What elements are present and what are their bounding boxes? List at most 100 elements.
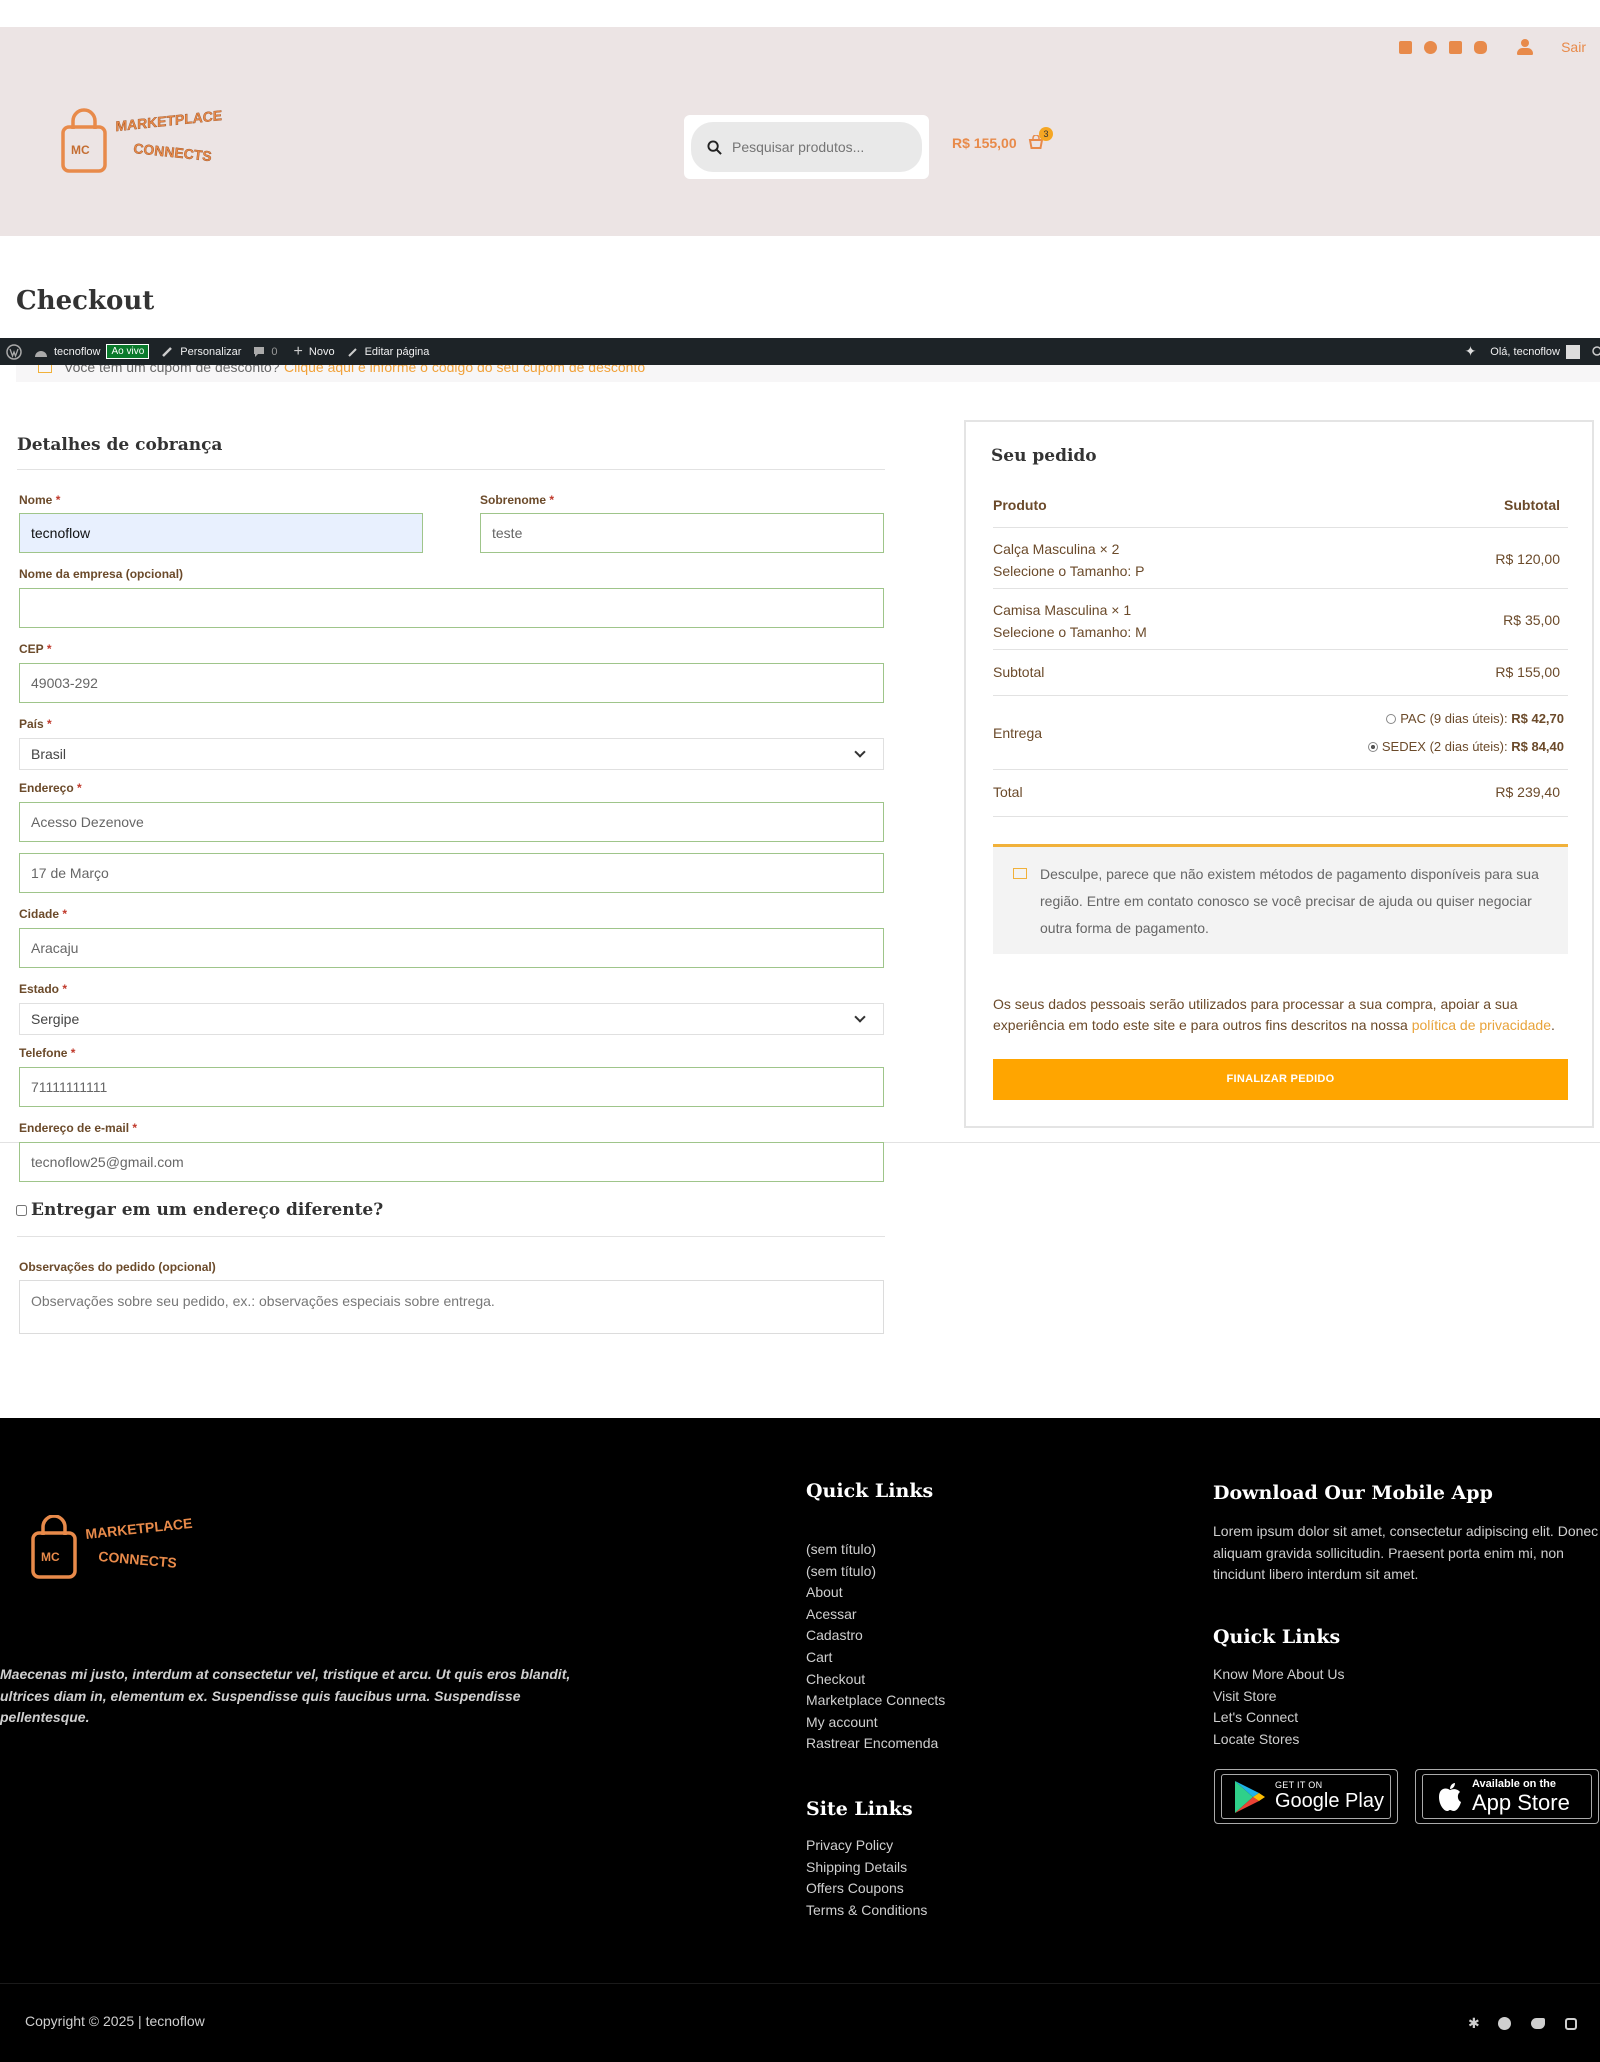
privacy-notice: Os seus dados pessoais serão utilizados … <box>993 994 1568 1036</box>
city-field[interactable]: Aracaju <box>19 928 884 968</box>
skype-icon[interactable] <box>1474 40 1488 54</box>
footer-link[interactable]: (sem título) <box>806 1539 945 1561</box>
city-label: Cidade * <box>19 907 68 921</box>
footer-link[interactable]: About <box>806 1582 945 1604</box>
footer-link[interactable]: Terms & Conditions <box>806 1900 927 1922</box>
footer-link[interactable]: Let's Connect <box>1213 1707 1345 1729</box>
footer-link[interactable]: (sem título) <box>806 1561 945 1583</box>
privacy-end: . <box>1551 1017 1555 1033</box>
footer-link[interactable]: Visit Store <box>1213 1686 1345 1708</box>
admin-bar: tecnoflow Ao vivo Personalizar 0 + Novo … <box>0 338 1600 365</box>
footer-logo-text-bottom: CONNECTS <box>98 1548 178 1571</box>
sparkle-icon[interactable]: ✦ <box>1465 343 1477 360</box>
admin-greeting: Olá, tecnoflow <box>1490 345 1560 358</box>
footer-link[interactable]: My account <box>806 1712 945 1734</box>
coupon-icon <box>38 365 52 373</box>
footer-link[interactable]: Cadastro <box>806 1625 945 1647</box>
footer-link[interactable]: Cart <box>806 1647 945 1669</box>
search-bar <box>691 122 922 172</box>
footer-logo[interactable]: MC MARKETPLACE CONNECTS <box>30 1514 200 1590</box>
app-text: Lorem ipsum dolor sit amet, consectetur … <box>1213 1523 1599 1583</box>
address-line1-field[interactable]: Acesso Dezenove <box>19 802 884 842</box>
email-label: Endereço de e-mail * <box>19 1121 138 1135</box>
admin-site-name: tecnoflow <box>54 345 101 358</box>
admin-search-icon[interactable] <box>1592 345 1600 358</box>
footer-logo-mark: MC <box>41 1550 60 1564</box>
country-select[interactable]: Brasil <box>19 738 884 770</box>
quick-links-list: (sem título) (sem título) About Acessar … <box>806 1539 945 1755</box>
yelp-icon[interactable]: ✱ <box>1468 2015 1480 2032</box>
privacy-link[interactable]: política de privacidade <box>1412 1017 1551 1033</box>
place-order-button[interactable]: FINALIZAR PEDIDO <box>993 1059 1568 1100</box>
google-play-button[interactable]: GET IT ON Google Play <box>1214 1769 1398 1824</box>
search-icon[interactable] <box>707 139 722 155</box>
admin-edit-link[interactable]: Editar página <box>347 345 430 358</box>
facebook-icon[interactable] <box>1497 2017 1511 2030</box>
total-label: Total <box>993 784 1023 800</box>
footer-link[interactable]: Marketplace Connects <box>806 1690 945 1712</box>
admin-customize-link[interactable]: Personalizar <box>161 345 241 358</box>
cep-field[interactable]: 49003-292 <box>19 663 884 703</box>
quick-links-2-title: Quick Links <box>1213 1626 1341 1648</box>
admin-site-link[interactable]: tecnoflow Ao vivo <box>34 344 150 359</box>
first-name-field[interactable]: tecnoflow <box>19 513 423 553</box>
admin-edit-label: Editar página <box>364 345 430 358</box>
footer-link[interactable]: Acessar <box>806 1604 945 1626</box>
instagram-icon[interactable] <box>1449 40 1463 54</box>
app-title: Download Our Mobile App <box>1213 1482 1493 1504</box>
company-field[interactable] <box>19 588 884 628</box>
radio-pac[interactable] <box>1386 713 1397 724</box>
cart-count-badge: 3 <box>1039 127 1053 141</box>
sedex-label: SEDEX (2 dias úteis): <box>1381 739 1508 754</box>
footer-link[interactable]: Privacy Policy <box>806 1835 927 1857</box>
email-field[interactable]: tecnoflow25@gmail.com <box>19 1142 884 1182</box>
ship-different-checkbox[interactable] <box>16 1204 27 1216</box>
last-name-field[interactable]: teste <box>480 513 884 553</box>
admin-new-link[interactable]: + Novo <box>294 343 335 360</box>
user-icon[interactable] <box>1517 39 1534 55</box>
logo-mark: MC <box>71 143 90 157</box>
footer-link[interactable]: Know More About Us <box>1213 1664 1345 1686</box>
site-logo[interactable]: MC MARKETPLACE CONNECTS <box>60 107 240 197</box>
footer-link[interactable]: Checkout <box>806 1669 945 1691</box>
footer-tagline: Maecenas mi justo, interdum at consectet… <box>0 1666 571 1725</box>
phone-label: Telefone * <box>19 1046 76 1060</box>
state-select[interactable]: Sergipe <box>19 1003 884 1035</box>
order-item: Camisa Masculina × 1 Selecione o Tamanho… <box>993 599 1568 643</box>
brush-icon <box>162 347 173 357</box>
instagram-icon[interactable] <box>1564 2017 1577 2030</box>
logout-link[interactable]: Sair <box>1561 39 1586 55</box>
order-item: Calça Masculina × 2 Selecione o Tamanho:… <box>993 538 1568 582</box>
subtotal-value: R$ 155,00 <box>1495 664 1560 680</box>
radio-sedex[interactable] <box>1367 741 1378 752</box>
twitter-icon[interactable] <box>1424 40 1438 54</box>
shipping-option-pac[interactable]: PAC (9 dias úteis): R$ 42,70 <box>1386 711 1564 726</box>
twitter-icon[interactable] <box>1530 2018 1545 2029</box>
footer-link[interactable]: Rastrear Encomenda <box>806 1733 945 1755</box>
coupon-link[interactable]: Clique aqui e informe o código do seu cu… <box>284 365 645 375</box>
shipping-option-sedex[interactable]: SEDEX (2 dias úteis): R$ 84,40 <box>1367 739 1564 754</box>
phone-field[interactable]: 71111111111 <box>19 1067 884 1107</box>
admin-account-link[interactable]: Olá, tecnoflow <box>1490 344 1580 359</box>
footer-link[interactable]: Offers Coupons <box>806 1878 927 1900</box>
google-play-top: GET IT ON <box>1275 1780 1323 1790</box>
site-header: Sair MC MARKETPLACE CONNECTS R$ 155,00 3 <box>0 27 1600 236</box>
address-line2-field[interactable]: 17 de Março <box>19 853 884 893</box>
app-store-button[interactable]: Available on the App Store <box>1415 1769 1599 1824</box>
chevron-down-icon <box>854 1011 866 1023</box>
site-footer: MC MARKETPLACE CONNECTS Maecenas mi just… <box>0 1418 1600 2062</box>
facebook-icon[interactable] <box>1399 40 1413 54</box>
cart-total[interactable]: R$ 155,00 <box>952 135 1017 151</box>
wordpress-icon[interactable] <box>6 343 22 360</box>
search-input[interactable] <box>732 139 902 155</box>
footer-link[interactable]: Shipping Details <box>806 1857 927 1879</box>
ship-different-label[interactable]: Entregar em um endereço diferente? <box>31 1200 383 1220</box>
notes-textarea[interactable]: Observações sobre seu pedido, ex.: obser… <box>19 1280 884 1334</box>
quick-links-2-list: Know More About Us Visit Store Let's Con… <box>1213 1664 1345 1750</box>
footer-link[interactable]: Locate Stores <box>1213 1729 1345 1751</box>
billing-title: Detalhes de cobrança <box>17 435 223 455</box>
logo-text-bottom: CONNECTS <box>133 140 213 164</box>
comment-icon <box>254 346 265 357</box>
quick-links-title: Quick Links <box>806 1480 934 1502</box>
admin-comments-link[interactable]: 0 <box>253 346 278 358</box>
